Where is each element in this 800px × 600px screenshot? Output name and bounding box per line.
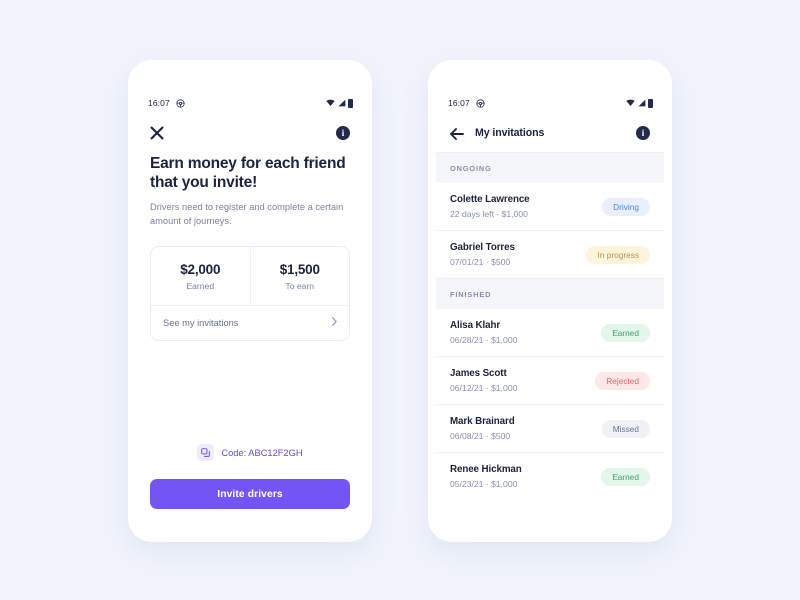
invitation-meta: 06/28/21 · $1,000	[450, 335, 518, 345]
copy-icon[interactable]	[197, 444, 215, 461]
info-icon[interactable]: i	[336, 126, 350, 140]
signal-icon	[637, 94, 646, 112]
invitation-name: Gabriel Torres	[450, 242, 515, 253]
list-item[interactable]: Alisa Klahr 06/28/21 · $1,000 Earned	[436, 309, 664, 357]
stat-earned: $2,000 Earned	[151, 247, 250, 305]
stat-to-earn: $1,500 To earn	[249, 247, 350, 305]
status-bar-left: 16:07	[136, 92, 364, 114]
chevron-right-icon	[332, 317, 337, 329]
status-time: 16:07	[148, 98, 170, 108]
invitation-meta: 07/01/21 · $500	[450, 257, 511, 267]
invitation-name: Alisa Klahr	[450, 320, 501, 331]
list-item[interactable]: Mark Brainard 06/08/21 · $500 Missed	[436, 405, 664, 453]
list-item[interactable]: Gabriel Torres 07/01/21 · $500 In progre…	[436, 231, 664, 279]
wifi-icon	[626, 94, 635, 112]
signal-icon	[337, 94, 346, 112]
status-badge: Earned	[601, 467, 650, 486]
status-time: 16:07	[448, 98, 470, 108]
status-badge: Rejected	[595, 371, 650, 390]
status-badge: Earned	[601, 323, 650, 342]
status-bar-left-group: 16:07	[148, 98, 185, 108]
invitation-info: Renee Hickman 05/23/21 · $1,000	[450, 464, 522, 489]
status-badge: In progress	[586, 245, 650, 264]
phone-mockup-invitations: 16:07 My invitations i ONGOING Colette L…	[428, 60, 672, 542]
status-bar-right-group	[626, 94, 653, 112]
referral-code-row: Code: ABC12F2GH	[136, 444, 364, 461]
section-header-ongoing: ONGOING	[436, 153, 664, 183]
invitation-info: Colette Lawrence 22 days left · $1,000	[450, 194, 530, 219]
invitation-name: Renee Hickman	[450, 464, 522, 475]
battery-icon	[348, 98, 353, 108]
status-badge: Driving	[602, 197, 650, 216]
invitation-name: James Scott	[450, 368, 507, 379]
see-invitations-label: See my invitations	[163, 318, 239, 328]
stat-earned-value: $2,000	[180, 261, 221, 277]
stat-to-earn-value: $1,500	[279, 261, 320, 277]
invitation-info: Gabriel Torres 07/01/21 · $500	[450, 242, 515, 267]
close-icon[interactable]	[150, 126, 164, 140]
invitation-meta: 06/08/21 · $500	[450, 431, 511, 441]
list-item[interactable]: Renee Hickman 05/23/21 · $1,000 Earned	[436, 453, 664, 500]
page-title: My invitations	[475, 127, 545, 139]
invitations-list: ONGOING Colette Lawrence 22 days left · …	[436, 153, 664, 500]
stat-earned-label: Earned	[186, 280, 215, 291]
info-glyph: i	[641, 127, 645, 138]
invitation-meta: 06/12/21 · $1,000	[450, 383, 518, 393]
phone-mockup-invite: 16:07 i Earn money for each friend that …	[128, 60, 372, 542]
invite-drivers-button[interactable]: Invite drivers	[150, 479, 350, 509]
list-item[interactable]: Colette Lawrence 22 days left · $1,000 D…	[436, 183, 664, 231]
see-invitations-link[interactable]: See my invitations	[151, 306, 349, 340]
screenshot-canvas: 16:07 i Earn money for each friend that …	[0, 0, 800, 600]
info-glyph: i	[341, 127, 345, 138]
battery-icon	[648, 98, 653, 108]
invitation-meta: 05/23/21 · $1,000	[450, 479, 518, 489]
earnings-row: $2,000 Earned $1,500 To earn	[151, 247, 349, 305]
status-bar-left-group: 16:07	[448, 98, 485, 108]
info-icon[interactable]: i	[636, 126, 650, 140]
invitations-screen: 16:07 My invitations i ONGOING Colette L…	[436, 92, 664, 535]
invite-top-bar: i	[136, 114, 364, 152]
page-title: Earn money for each friend that you invi…	[150, 155, 346, 191]
section-header-finished: FINISHED	[436, 279, 664, 309]
steering-wheel-icon	[176, 98, 185, 108]
steering-wheel-icon	[476, 98, 485, 108]
page-subtext: Drivers need to register and complete a …	[150, 202, 344, 226]
status-bar-right-group	[326, 94, 353, 112]
wifi-icon	[326, 94, 335, 112]
invitation-name: Colette Lawrence	[450, 194, 530, 205]
earnings-card: $2,000 Earned $1,500 To earn See my invi…	[150, 246, 350, 341]
invitation-info: Alisa Klahr 06/28/21 · $1,000	[450, 320, 517, 345]
invitation-name: Mark Brainard	[450, 416, 515, 427]
list-item[interactable]: James Scott 06/12/21 · $1,000 Rejected	[436, 357, 664, 405]
app-bar: My invitations i	[436, 114, 664, 153]
invitation-meta: 22 days left · $1,000	[450, 209, 528, 219]
invitation-info: James Scott 06/12/21 · $1,000	[450, 368, 517, 393]
invite-screen: 16:07 i Earn money for each friend that …	[136, 92, 364, 535]
invitation-info: Mark Brainard 06/08/21 · $500	[450, 416, 515, 441]
stat-to-earn-label: To earn	[285, 280, 315, 291]
status-bar-right: 16:07	[436, 92, 664, 114]
referral-code-label[interactable]: Code: ABC12F2GH	[221, 448, 302, 458]
status-badge: Missed	[601, 419, 650, 438]
arrow-left-icon[interactable]	[450, 127, 464, 140]
